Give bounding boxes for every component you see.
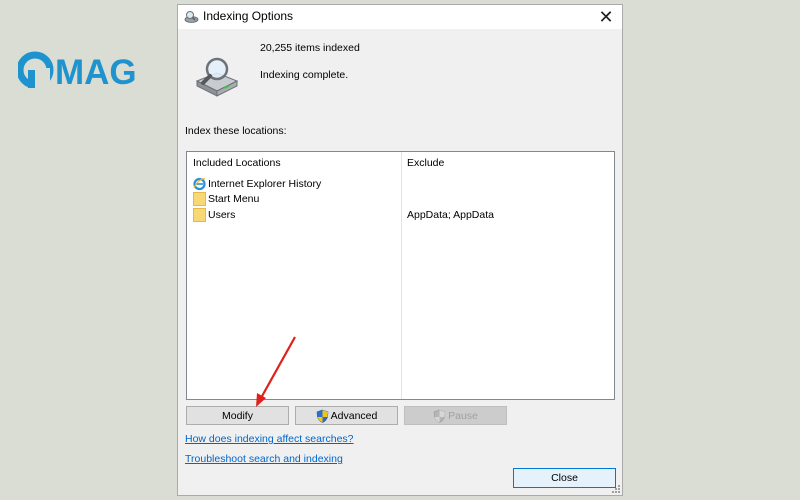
close-button[interactable]: Close <box>513 468 616 488</box>
locations-list[interactable]: Included Locations Exclude Internet Expl… <box>186 151 615 400</box>
indexing-status-text: Indexing complete. <box>260 69 349 81</box>
indexing-options-dialog: Indexing Options ✕ 20,255 items indexed … <box>177 4 623 496</box>
column-header-exclude[interactable]: Exclude <box>407 157 444 169</box>
items-indexed-count: 20,255 items indexed <box>260 42 360 54</box>
indexing-drive-icon <box>195 57 239 97</box>
resize-grip-icon[interactable] <box>611 484 621 494</box>
location-row[interactable]: Start Menu <box>187 192 616 207</box>
uac-shield-icon <box>433 409 446 423</box>
pcmag-logo: MAG <box>16 50 153 92</box>
modify-button[interactable]: Modify <box>186 406 289 425</box>
close-icon[interactable]: ✕ <box>590 5 622 29</box>
pause-button[interactable]: Pause <box>404 406 507 425</box>
folder-icon <box>193 192 206 206</box>
logo-mark: MAG <box>16 51 137 92</box>
advanced-button-label: Advanced <box>330 409 378 422</box>
folder-icon <box>193 208 206 222</box>
how-indexing-affects-link[interactable]: How does indexing affect searches? <box>185 433 354 445</box>
ie-icon <box>193 177 206 191</box>
locations-label: Index these locations: <box>185 125 287 137</box>
troubleshoot-link[interactable]: Troubleshoot search and indexing <box>185 453 343 465</box>
logo-text: MAG <box>55 53 137 90</box>
location-exclude: AppData; AppData <box>407 209 494 221</box>
location-name: Start Menu <box>208 193 260 205</box>
column-header-included[interactable]: Included Locations <box>193 157 281 169</box>
title-bar[interactable]: Indexing Options ✕ <box>178 5 622 29</box>
modify-button-label: Modify <box>222 409 253 422</box>
location-row[interactable]: Users AppData; AppData <box>187 208 616 223</box>
uac-shield-icon <box>316 409 328 423</box>
indexing-options-icon <box>184 11 199 23</box>
pause-button-label: Pause <box>448 409 478 422</box>
close-button-label: Close <box>551 472 578 484</box>
dialog-title: Indexing Options <box>203 9 294 23</box>
advanced-button[interactable]: Advanced <box>295 406 398 425</box>
location-row[interactable]: Internet Explorer History <box>187 177 616 192</box>
location-name: Users <box>208 209 236 221</box>
location-name: Internet Explorer History <box>208 178 322 190</box>
